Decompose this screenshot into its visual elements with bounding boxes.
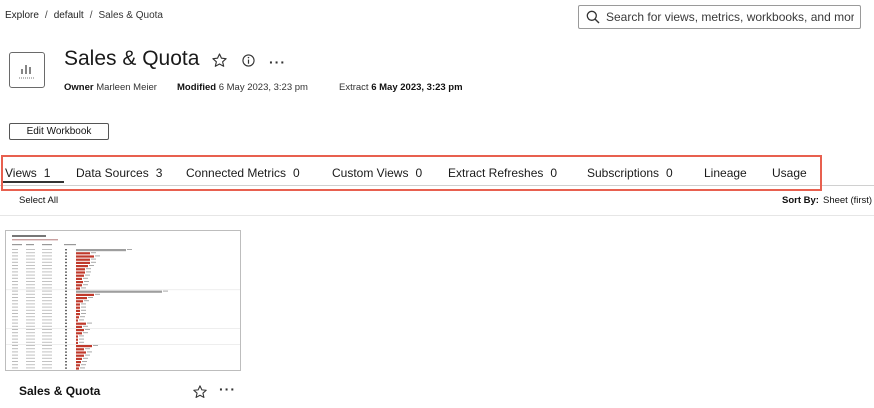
tab-connected-metrics[interactable]: Connected Metrics 0 [186, 166, 300, 180]
tab-count: 0 [666, 166, 673, 180]
tab-subscriptions[interactable]: Subscriptions 0 [587, 166, 673, 180]
tab-custom-views[interactable]: Custom Views 0 [332, 166, 422, 180]
tab-count: 0 [550, 166, 558, 180]
edit-workbook-button[interactable]: Edit Workbook [9, 123, 109, 140]
search-input[interactable] [606, 10, 854, 24]
tab-label: Custom Views [332, 166, 409, 180]
page-title: Sales & Quota [64, 47, 200, 70]
tab-data-sources[interactable]: Data Sources 3 [76, 166, 162, 180]
active-tab-underline [3, 181, 64, 183]
tab-label: Usage [772, 166, 807, 180]
breadcrumb-current: Sales & Quota [98, 10, 163, 21]
card-favorite-star-icon[interactable] [192, 384, 208, 400]
sort-by-label: Sort By: [782, 195, 819, 206]
thumbnail-chart-image [6, 235, 240, 370]
breadcrumb-default[interactable]: default [54, 10, 84, 21]
breadcrumb-separator: / [89, 10, 93, 21]
view-card-title[interactable]: Sales & Quota [19, 384, 100, 398]
sort-by-select[interactable]: Sheet (first) [823, 195, 872, 206]
info-icon[interactable] [242, 54, 255, 67]
breadcrumb-separator: / [44, 10, 48, 21]
modified-meta: Modified 6 May 2023, 3:23 pm [177, 82, 308, 93]
tab-count: 0 [415, 166, 423, 180]
favorite-star-icon[interactable] [211, 52, 228, 69]
modified-label: Modified [177, 82, 217, 93]
tab-count: 0 [293, 166, 300, 180]
tab-lineage[interactable]: Lineage [704, 166, 747, 180]
modified-value: 6 May 2023, 3:23 pm [218, 82, 308, 93]
view-thumbnail[interactable] [5, 230, 241, 371]
tab-usage[interactable]: Usage [772, 166, 807, 180]
workbook-icon [9, 52, 45, 88]
toolbar-divider [0, 215, 874, 216]
tab-views[interactable]: Views 1 [5, 166, 50, 180]
breadcrumb-explore[interactable]: Explore [5, 10, 39, 21]
tab-label: Subscriptions [587, 166, 660, 180]
tab-label: Extract Refreshes [448, 166, 544, 180]
owner-meta: Owner Marleen Meier [64, 82, 157, 93]
select-all-button[interactable]: Select All [19, 195, 58, 206]
tab-extract-refreshes[interactable]: Extract Refreshes 0 [448, 166, 557, 180]
search-icon [586, 10, 600, 24]
owner-label: Owner [64, 82, 94, 93]
tab-label: Lineage [704, 166, 747, 180]
owner-value[interactable]: Marleen Meier [96, 82, 157, 93]
more-actions-icon[interactable]: ··· [269, 54, 286, 70]
extract-label: Extract [339, 82, 369, 93]
tab-label: Views [5, 166, 37, 180]
extract-meta: Extract 6 May 2023, 3:23 pm [339, 82, 463, 93]
extract-value: 6 May 2023, 3:23 pm [371, 82, 463, 93]
tab-count: 3 [155, 166, 163, 180]
tab-count: 1 [43, 166, 51, 180]
tab-label: Data Sources [76, 166, 149, 180]
search-box[interactable] [578, 5, 861, 29]
tab-label: Connected Metrics [186, 166, 287, 180]
card-more-actions-icon[interactable]: ··· [219, 381, 236, 397]
breadcrumb: Explore / default / Sales & Quota [5, 10, 163, 21]
